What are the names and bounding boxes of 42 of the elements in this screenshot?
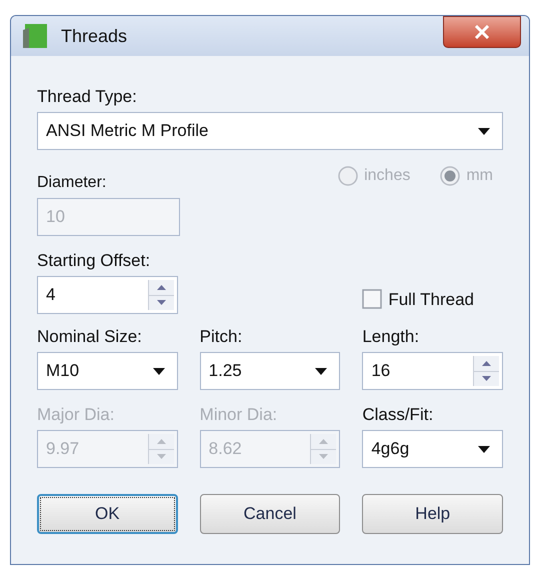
spin-field[interactable]: 16 — [362, 352, 503, 390]
dropdown[interactable]: 1.25 — [200, 352, 340, 390]
starting-offset-label: Starting Offset: — [37, 250, 152, 272]
diameter-label: Diameter: — [37, 173, 106, 193]
caret-icon — [478, 128, 490, 134]
up-arrow-icon — [156, 284, 166, 290]
spin-up-button[interactable] — [474, 356, 499, 372]
up-arrow-icon — [319, 438, 328, 444]
thread-type-label: Thread Type: — [37, 86, 138, 108]
down-arrow-icon — [482, 376, 491, 382]
window-title: Threads — [61, 24, 128, 48]
spin-field[interactable]: 4 — [37, 276, 178, 314]
spin-down-button[interactable] — [474, 372, 499, 386]
caret-icon — [478, 446, 490, 452]
dialog-button[interactable]: Cancel — [200, 494, 340, 534]
radio-label: inches — [364, 166, 410, 186]
close-icon — [474, 25, 490, 39]
app-icon — [21, 22, 49, 50]
field-label: Major Dia: — [37, 404, 116, 426]
thread-type-dropdown[interactable]: ANSI Metric M Profile — [37, 112, 503, 150]
checkbox-icon — [362, 289, 382, 310]
radio-label: mm — [466, 166, 493, 186]
field-label: Length: — [362, 326, 420, 348]
down-arrow-icon — [156, 300, 166, 306]
close-button[interactable] — [443, 16, 521, 48]
spin-up-button[interactable] — [148, 280, 174, 296]
dropdown[interactable]: 4g6g — [362, 430, 503, 468]
field-label: Class/Fit: — [362, 404, 434, 426]
dialog-button[interactable]: OK — [37, 494, 178, 534]
field-label: Minor Dia: — [200, 404, 278, 426]
field-label: Nominal Size: — [37, 326, 143, 348]
caret-icon — [315, 368, 328, 374]
spin-down-button[interactable] — [148, 296, 174, 310]
down-arrow-icon — [319, 454, 328, 460]
full-thread-checkbox[interactable]: Full Thread — [362, 286, 474, 312]
up-arrow-icon — [156, 438, 166, 444]
field-label: Pitch: — [200, 326, 244, 348]
caret-icon — [152, 368, 165, 374]
dialog-button[interactable]: Help — [362, 494, 503, 534]
up-arrow-icon — [482, 360, 491, 366]
dropdown[interactable]: M10 — [37, 352, 178, 390]
down-arrow-icon — [156, 454, 166, 460]
